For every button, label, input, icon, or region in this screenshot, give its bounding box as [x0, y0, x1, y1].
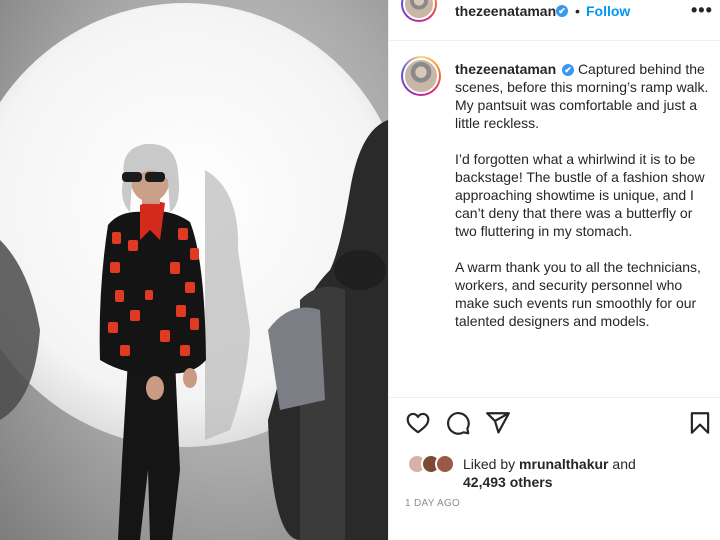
caption-username-link[interactable]: thezeenataman — [455, 61, 556, 77]
more-options-icon[interactable]: ••• — [691, 0, 713, 21]
liker-avatars[interactable] — [407, 454, 457, 474]
username-link[interactable]: thezeenataman — [455, 3, 556, 19]
action-bar — [389, 410, 720, 440]
heart-outline-icon[interactable] — [405, 410, 431, 436]
caption-area: thezeenataman ✔ Captured behind the scen… — [389, 41, 720, 397]
separator-dot: • — [575, 3, 580, 19]
liker-username-link[interactable]: mrunalthakur — [519, 456, 608, 472]
actions-divider — [389, 397, 720, 398]
post-details-panel: thezeenataman ✔ • Follow ••• thezeenatam… — [388, 0, 720, 540]
comment-bubble-icon[interactable] — [445, 410, 471, 436]
liked-by-prefix: Liked by — [463, 456, 516, 472]
liker-avatar-3 — [435, 454, 455, 474]
verified-badge-icon: ✔ — [562, 64, 575, 76]
verified-badge-icon: ✔ — [556, 5, 568, 17]
post-header: thezeenataman ✔ • Follow ••• — [389, 0, 720, 24]
caption-paragraph-2: I’d forgotten what a whirlwind it is to … — [455, 151, 705, 239]
liked-by-and: and — [612, 456, 636, 472]
paper-plane-icon[interactable] — [485, 410, 511, 436]
photo-illustration — [0, 3, 388, 540]
caption-avatar[interactable] — [401, 56, 441, 96]
liked-by-text: Liked by mrunalthakur and 42,493 others — [463, 455, 636, 491]
post-photo[interactable] — [0, 0, 388, 540]
follow-button[interactable]: Follow — [586, 3, 630, 19]
bookmark-icon[interactable] — [687, 410, 713, 436]
avatar[interactable] — [401, 0, 437, 22]
post-timestamp[interactable]: 1 DAY AGO — [405, 498, 460, 509]
caption-paragraph-3: A warm thank you to all the technicians,… — [455, 259, 701, 329]
likes-count-link[interactable]: 42,493 others — [463, 474, 553, 490]
caption-text: thezeenataman ✔ Captured behind the scen… — [455, 60, 711, 348]
likes-section: Liked by mrunalthakur and 42,493 others — [389, 450, 720, 490]
